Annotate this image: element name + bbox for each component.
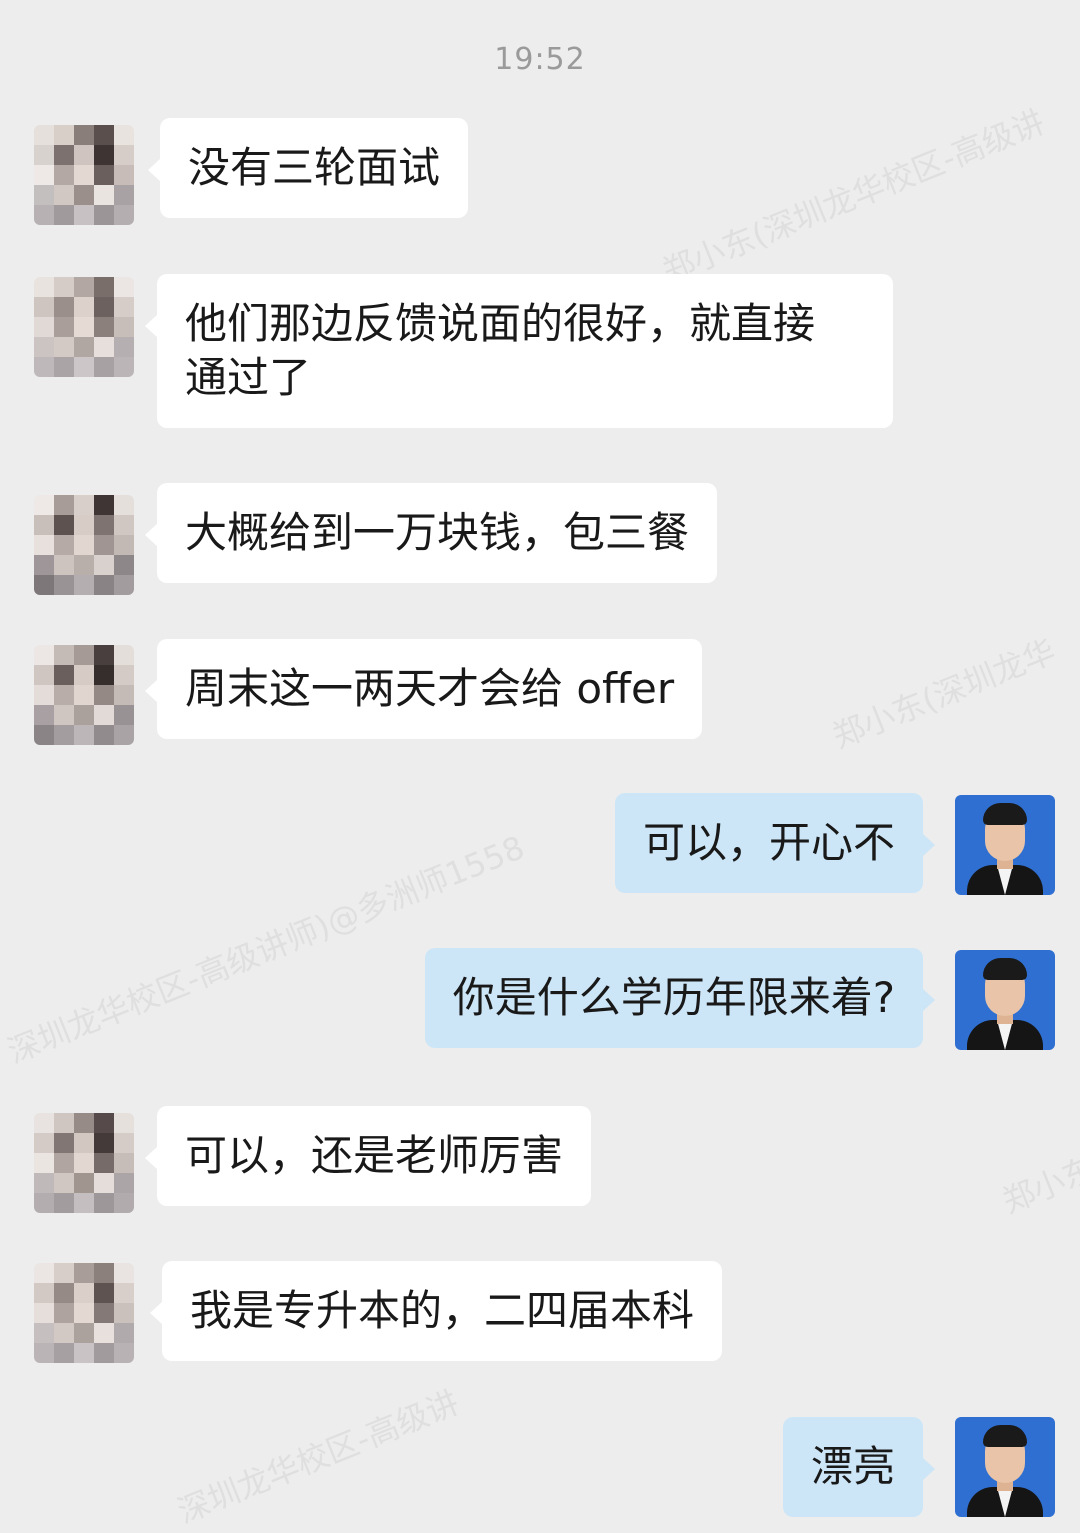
message-text: 他们那边反馈说面的很好，就直接 通过了 (185, 299, 816, 402)
watermark-text: 郑小东(深圳龙华 (827, 631, 1061, 756)
self-avatar[interactable] (955, 795, 1055, 895)
message-text: 我是专升本的，二四届本科 (190, 1286, 695, 1335)
incoming-message-bubble[interactable]: 他们那边反馈说面的很好，就直接 通过了 (145, 274, 893, 428)
self-avatar[interactable] (955, 1417, 1055, 1517)
outgoing-message-bubble[interactable]: 漂亮 (782, 1417, 936, 1517)
message-text: 漂亮 (810, 1442, 895, 1491)
contact-avatar[interactable] (34, 1263, 134, 1363)
message-text: 可以，开心不 (642, 818, 895, 867)
portrait-avatar (955, 795, 1055, 895)
watermark-text: 郑小东(深圳龙华校区-高级讲 (657, 102, 1050, 291)
watermark-text: 郑小东 (997, 1149, 1080, 1221)
incoming-message-bubble[interactable]: 可以，还是老师厉害 (144, 1106, 592, 1206)
contact-avatar[interactable] (34, 495, 134, 595)
message-text: 你是什么学历年限来着? (452, 973, 895, 1022)
contact-avatar[interactable] (34, 645, 134, 745)
contact-avatar[interactable] (34, 1113, 134, 1213)
incoming-message-bubble[interactable]: 周末这一两天才会给 offer (144, 639, 703, 739)
message-text: 周末这一两天才会给 offer (185, 664, 675, 713)
portrait-avatar (955, 950, 1055, 1050)
incoming-message-bubble[interactable]: 没有三轮面试 (147, 118, 469, 218)
message-text: 没有三轮面试 (188, 143, 441, 192)
message-text: 可以，还是老师厉害 (185, 1131, 564, 1180)
message-text: 大概给到一万块钱，包三餐 (185, 508, 690, 557)
watermark-text: 深圳龙华校区-高级讲 (172, 1383, 465, 1531)
contact-avatar[interactable] (34, 277, 134, 377)
contact-avatar[interactable] (34, 125, 134, 225)
portrait-avatar (955, 1417, 1055, 1517)
timestamp: 19:52 (494, 42, 586, 77)
outgoing-message-bubble[interactable]: 你是什么学历年限来着? (424, 948, 936, 1048)
outgoing-message-bubble[interactable]: 可以，开心不 (614, 793, 936, 893)
incoming-message-bubble[interactable]: 我是专升本的，二四届本科 (149, 1261, 723, 1361)
self-avatar[interactable] (955, 950, 1055, 1050)
incoming-message-bubble[interactable]: 大概给到一万块钱，包三餐 (144, 483, 718, 583)
